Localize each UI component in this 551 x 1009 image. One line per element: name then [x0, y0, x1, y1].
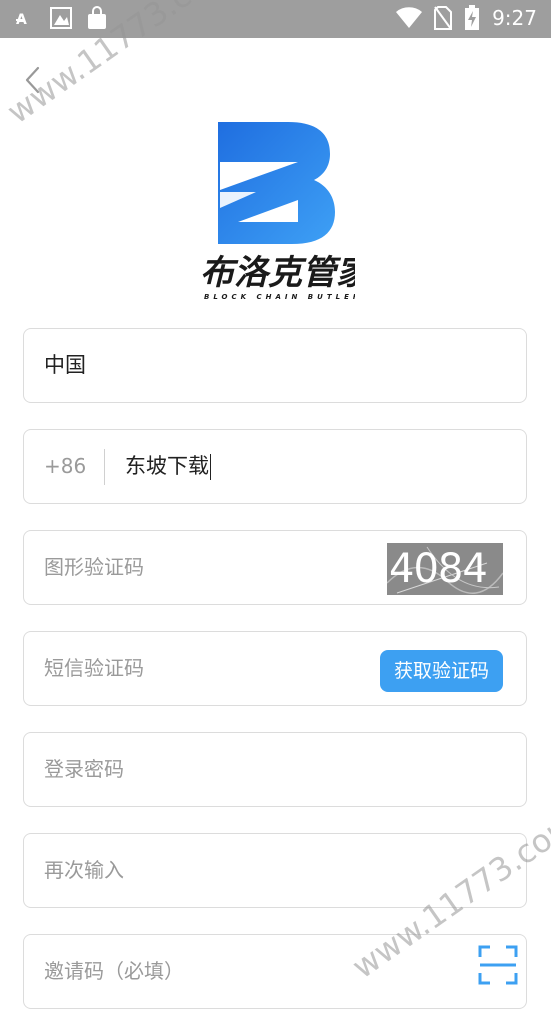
country-select[interactable]: 中国 [23, 328, 527, 403]
image-icon [50, 7, 72, 29]
status-left-icons: A [16, 6, 108, 30]
status-bar: A 9:27 [0, 0, 551, 38]
password-input[interactable]: 登录密码 [44, 733, 124, 806]
chevron-left-icon [25, 66, 40, 94]
font-icon: A [16, 12, 27, 26]
get-code-button[interactable]: 获取验证码 [380, 650, 503, 692]
brand-name-en: BLOCK CHAIN BUTLER [204, 293, 355, 301]
shopping-bag-icon [88, 6, 106, 29]
password-field[interactable]: 登录密码 [23, 732, 527, 807]
captcha-input[interactable]: 图形验证码 [44, 531, 144, 604]
brand-name-cn: 布洛克管家 [200, 253, 355, 293]
prefix-divider [104, 449, 105, 485]
phone-field[interactable]: +86 东坡下载 [23, 429, 527, 504]
invite-code-input[interactable]: 邀请码（必填） [44, 935, 184, 1008]
country-code[interactable]: +86 [44, 430, 86, 503]
confirm-password-input[interactable]: 再次输入 [44, 834, 124, 907]
phone-value: 东坡下载 [125, 454, 209, 478]
captcha-field[interactable]: 图形验证码 4084 [23, 530, 527, 605]
sms-code-input[interactable]: 短信验证码 [44, 632, 144, 705]
no-sim-icon [434, 6, 453, 30]
wifi-icon [396, 7, 423, 29]
back-button[interactable] [14, 62, 50, 98]
country-value: 中国 [44, 353, 86, 377]
phone-input[interactable]: 东坡下载 [125, 430, 211, 503]
text-cursor [210, 454, 211, 480]
brand-b-logo: 布洛克管家 BLOCK CHAIN BUTLER [200, 122, 375, 301]
status-time: 9:27 [492, 6, 537, 30]
captcha-image[interactable]: 4084 [387, 543, 503, 595]
captcha-code: 4084 [389, 546, 488, 592]
status-right-icons: 9:27 [396, 5, 537, 31]
app-logo: 布洛克管家 BLOCK CHAIN BUTLER [200, 118, 375, 303]
sms-code-field[interactable]: 短信验证码 获取验证码 [23, 631, 527, 706]
battery-charging-icon [465, 5, 480, 30]
invite-code-field[interactable]: 邀请码（必填） [23, 934, 527, 1009]
scan-qr-icon[interactable] [478, 945, 518, 985]
confirm-password-field[interactable]: 再次输入 [23, 833, 527, 908]
